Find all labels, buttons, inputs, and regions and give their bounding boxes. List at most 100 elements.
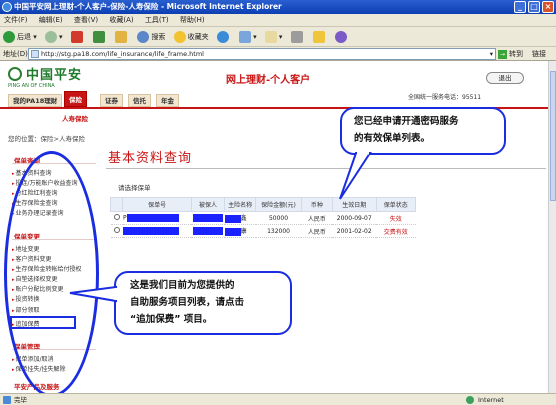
redacted-product — [224, 227, 241, 236]
redacted-insured — [193, 214, 223, 222]
cell-amount: 132000 — [255, 224, 302, 238]
print-icon — [290, 31, 303, 43]
minimize-button[interactable]: _ — [514, 1, 526, 13]
home-icon — [115, 31, 128, 43]
col-sum-insured: 保险金额(元) — [255, 197, 302, 212]
stop-icon — [70, 31, 83, 43]
choose-policy-label: 请选择保单 — [118, 184, 151, 192]
menu-bar: 文件(F) 编辑(E) 查看(V) 收藏(A) 工具(T) 帮助(H) — [0, 14, 556, 27]
col-policy-no: 保单号 — [122, 197, 192, 212]
table-row[interactable]: 康 132000 人民币 2001-02-02 交费有效 — [110, 224, 416, 238]
redacted-policy-no — [126, 214, 179, 222]
favorites-button[interactable]: 收藏夹 — [173, 27, 209, 47]
messenger-icon — [335, 31, 348, 43]
policy-table: 保单号 被保人 主险名称 保险金额(元) 币种 生效日期 保单状态 P 鑫 50… — [109, 197, 417, 238]
menu-view[interactable]: 查看(V) — [74, 16, 98, 24]
media-button[interactable] — [216, 27, 231, 47]
title-divider — [106, 168, 546, 169]
address-url: http://stg.pa18.com/life_insurance/life_… — [41, 50, 204, 58]
tab-securities[interactable]: 证券 — [100, 94, 123, 107]
cell-status: 失效 — [376, 211, 416, 225]
col-currency: 币种 — [300, 197, 333, 212]
page-title: 基本资料查询 — [108, 151, 193, 166]
forward-button[interactable]: ▾ — [44, 27, 63, 47]
browser-toolbar: 后退 ▾ ▾ 搜索 收藏夹 ▾ ▾ — [0, 27, 556, 47]
policy-radio[interactable] — [113, 227, 120, 233]
callout-tail — [339, 151, 372, 200]
cell-currency: 人民币 — [301, 211, 333, 225]
back-button[interactable]: 后退 ▾ — [3, 27, 37, 47]
callout-tail — [69, 285, 118, 303]
redacted-policy-no — [122, 227, 179, 235]
stop-button[interactable] — [70, 27, 85, 47]
menu-file[interactable]: 文件(F) — [4, 16, 28, 24]
menu-help[interactable]: 帮助(H) — [180, 16, 205, 24]
exit-button[interactable]: 退出 — [486, 72, 524, 84]
cell-date: 2000-09-07 — [332, 211, 377, 225]
address-dropdown-icon[interactable]: ▾ — [490, 49, 493, 59]
col-main-product: 主险名称 — [224, 197, 257, 212]
history-icon — [239, 31, 252, 43]
ie-icon — [2, 2, 12, 12]
media-icon — [216, 31, 229, 43]
cell-amount: 50000 — [255, 211, 302, 225]
links-button[interactable]: 链接 — [532, 47, 546, 61]
table-row[interactable]: P 鑫 50000 人民币 2000-09-07 失效 — [110, 211, 416, 225]
page-scrollbar[interactable] — [548, 61, 556, 393]
refresh-button[interactable] — [92, 27, 107, 47]
breadcrumb: 您的位置：保险>人寿保险 — [8, 135, 85, 143]
col-status: 保单状态 — [375, 197, 417, 212]
service-hotline: 全国统一服务电话：95511 — [408, 94, 482, 101]
maximize-button[interactable]: □ — [528, 1, 540, 13]
callout-service-list: 这是我们目前为您提供的 自助服务项目列表，请点击 “追加保费” 项目。 — [114, 271, 292, 335]
callout-policy-list: 您已经申请开通密码服务 的有效保单列表。 — [340, 107, 506, 155]
logo-subtext: PING AN OF CHINA — [8, 83, 55, 89]
pingan-logo-icon — [8, 67, 22, 81]
folder-button[interactable] — [312, 27, 327, 47]
forward-arrow-icon — [44, 31, 57, 43]
print-button[interactable] — [290, 27, 305, 47]
go-button[interactable]: → 转到 — [498, 48, 526, 60]
cell-status: 交费有效 — [376, 224, 416, 238]
mail-button[interactable]: ▾ — [264, 27, 282, 47]
menu-favorites[interactable]: 收藏(A) — [109, 16, 133, 24]
folder-icon — [312, 31, 325, 43]
tab-insurance[interactable]: 保险 — [64, 91, 87, 107]
redacted-insured — [193, 227, 223, 235]
page-content: 中国平安 PING AN OF CHINA 网上理财-个人客户 退出 全国统一服… — [0, 61, 548, 393]
refresh-icon — [92, 31, 105, 43]
address-label: 地址(D) — [3, 50, 28, 58]
close-button[interactable]: × — [542, 1, 554, 13]
address-input[interactable]: http://stg.pa18.com/life_insurance/life_… — [28, 48, 496, 60]
cell-currency: 人民币 — [301, 224, 333, 238]
col-insured: 被保人 — [190, 197, 226, 212]
page-icon — [31, 50, 39, 58]
star-icon — [173, 31, 186, 43]
site-title: 网上理财-个人客户 — [226, 75, 311, 86]
search-icon — [137, 31, 150, 43]
tab-trust[interactable]: 信托 — [128, 94, 151, 107]
security-zone: Internet — [478, 396, 504, 404]
history-button[interactable]: ▾ — [239, 27, 257, 47]
status-bar: 完毕 Internet — [0, 393, 556, 405]
messenger-button[interactable] — [335, 27, 349, 47]
policy-radio[interactable] — [113, 214, 120, 220]
menu-tools[interactable]: 工具(T) — [145, 16, 169, 24]
window-title: 中国平安网上理财-个人客户-保险-人寿保险 - Microsoft Intern… — [14, 2, 282, 11]
menu-edit[interactable]: 编辑(E) — [39, 16, 63, 24]
sidebar-annotation-oval — [4, 151, 99, 393]
scrollbar-thumb[interactable] — [550, 71, 556, 201]
page-done-icon — [3, 396, 11, 404]
back-arrow-icon — [3, 31, 15, 43]
internet-zone-icon — [466, 396, 474, 404]
search-button[interactable]: 搜索 — [137, 27, 165, 47]
address-bar: 地址(D) http://stg.pa18.com/life_insurance… — [0, 47, 556, 61]
mail-icon — [264, 31, 277, 43]
cell-date: 2001-02-02 — [332, 224, 377, 238]
redacted-product — [224, 214, 241, 223]
home-button[interactable] — [115, 27, 129, 47]
tab-annuity[interactable]: 年金 — [156, 94, 179, 107]
tab-my-pa18[interactable]: 我的PA18理财 — [8, 94, 63, 107]
subtab-life-insurance[interactable]: 人寿保险 — [62, 113, 88, 123]
window-titlebar: 中国平安网上理财-个人客户-保险-人寿保险 - Microsoft Intern… — [0, 0, 556, 14]
